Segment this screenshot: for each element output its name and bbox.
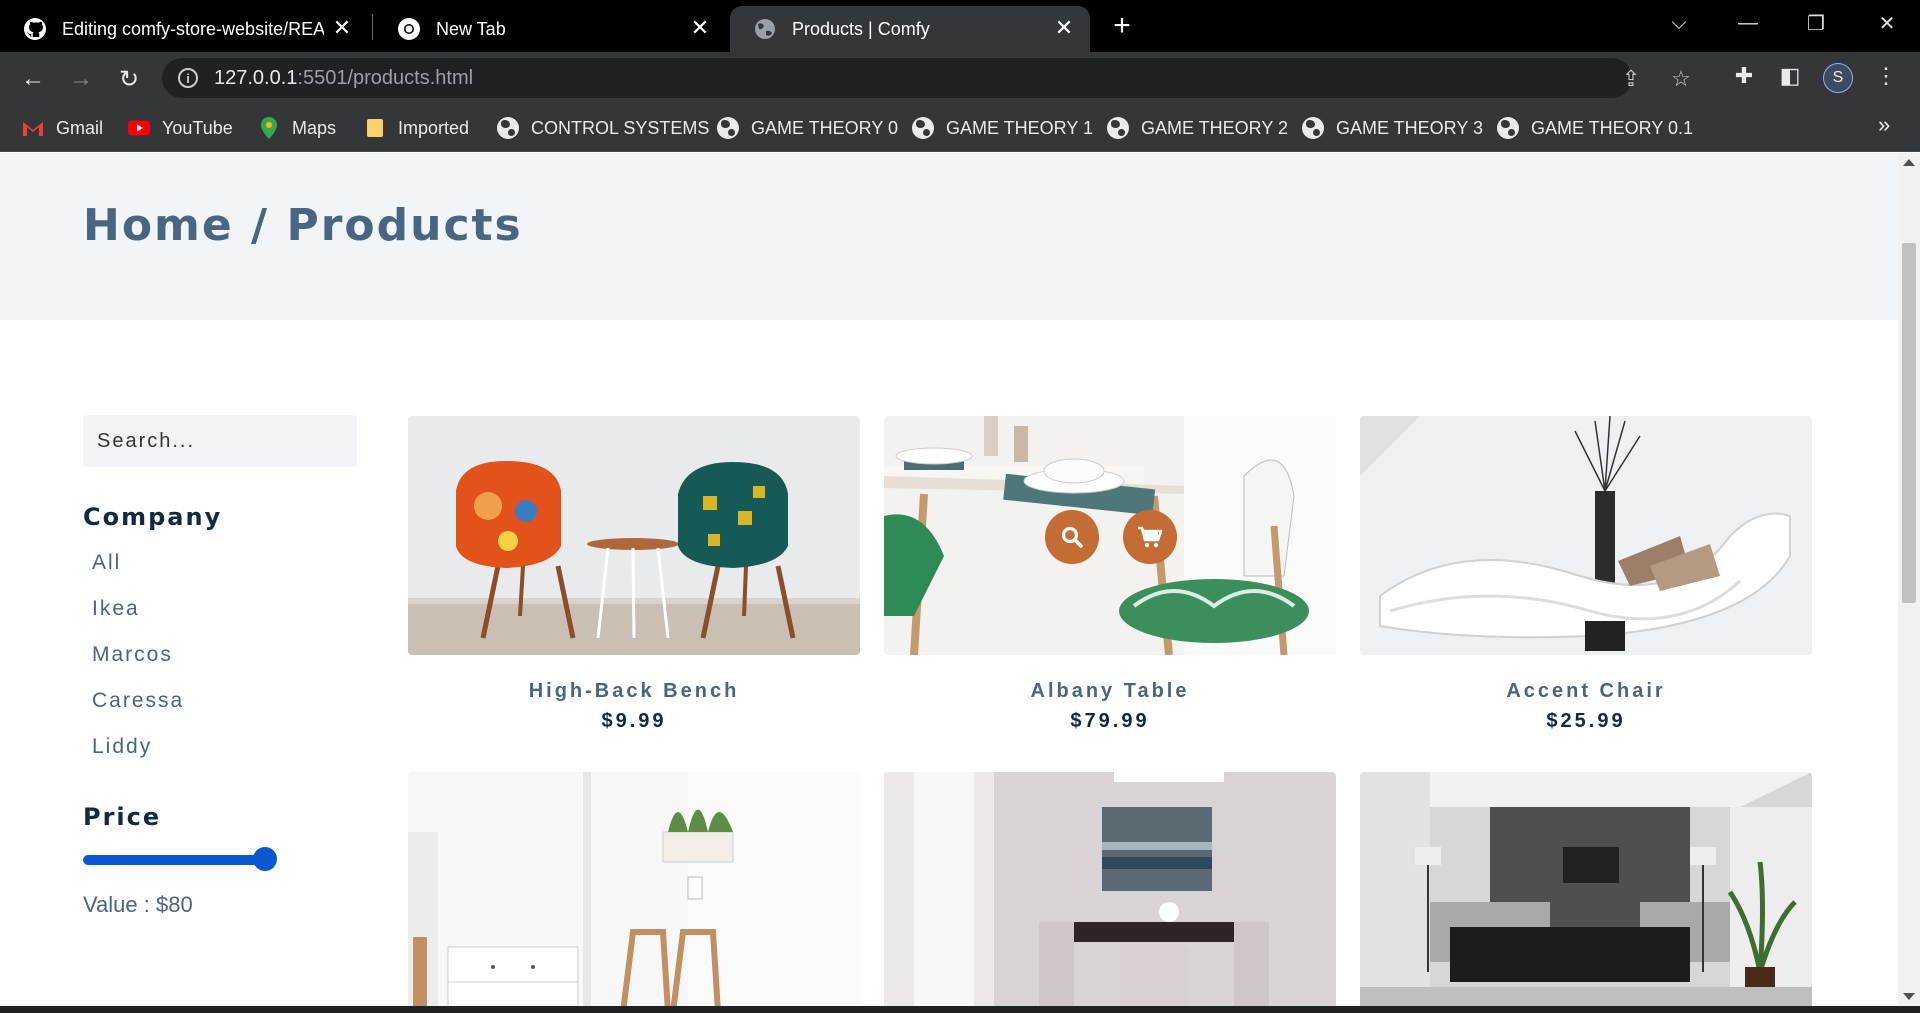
- globe-icon: [497, 117, 519, 139]
- tab-title: Editing comfy-store-website/REA: [62, 18, 324, 39]
- price-value: Value : $80: [83, 892, 193, 917]
- tab-search-chevron-icon[interactable]: ⌵: [1664, 8, 1694, 38]
- bookmarks-overflow-chevron-icon[interactable]: »: [1878, 112, 1890, 138]
- search-input[interactable]: [83, 415, 357, 467]
- cart-icon[interactable]: [1123, 510, 1177, 564]
- tab-title: Products | Comfy: [792, 18, 930, 39]
- restore-button[interactable]: ❐: [1801, 8, 1831, 38]
- company-filter-list: All Ikea Marcos Caressa Liddy: [92, 551, 184, 781]
- page-hero: Home / Products: [0, 153, 1898, 320]
- bookmark-label: Imported: [398, 117, 470, 138]
- bookmark-game-theory-3[interactable]: GAME THEORY 3: [1302, 114, 1483, 142]
- company-filter-liddy[interactable]: Liddy: [92, 735, 184, 781]
- gmail-icon: [22, 117, 44, 139]
- company-filter-marcos[interactable]: Marcos: [92, 643, 184, 689]
- github-icon: [22, 16, 48, 42]
- tab-products-comfy[interactable]: Products | Comfy ✕: [730, 6, 1090, 52]
- page-title: Home / Products: [83, 200, 523, 251]
- product-name: Albany Table: [1030, 680, 1190, 702]
- youtube-icon: [128, 117, 150, 139]
- bookmark-label: YouTube: [162, 117, 233, 138]
- product-image-bright-room[interactable]: [408, 772, 860, 1006]
- maps-icon: [258, 117, 280, 139]
- extensions-puzzle-icon[interactable]: ✚: [1730, 62, 1758, 90]
- close-window-button[interactable]: ✕: [1872, 8, 1902, 38]
- price-heading: Price: [83, 803, 162, 831]
- chrome-icon: [396, 16, 422, 42]
- bookmark-maps[interactable]: Maps: [258, 114, 336, 142]
- browser-toolbar: ← → ↻ i 127.0.0.1:5501/products.html ⇪ ☆: [0, 52, 1920, 104]
- globe-icon: [1107, 117, 1129, 139]
- scroll-down-arrow-icon[interactable]: [1903, 993, 1915, 1000]
- globe-icon: [752, 16, 778, 42]
- bookmark-label: GAME THEORY 0.1: [1531, 117, 1694, 138]
- search-magnifier-icon[interactable]: [1045, 510, 1099, 564]
- product-price: $79.99: [1070, 710, 1150, 732]
- product-image-dining-room[interactable]: [884, 772, 1336, 1006]
- menu-kebab-icon[interactable]: ⋮: [1872, 62, 1900, 90]
- bookmark-star-icon[interactable]: ☆: [1668, 66, 1694, 92]
- price-slider-track[interactable]: [83, 855, 275, 865]
- new-tab-button[interactable]: +: [1106, 9, 1138, 42]
- globe-icon: [912, 117, 934, 139]
- tab-github[interactable]: Editing comfy-store-website/REA ✕: [0, 6, 368, 52]
- side-panel-icon[interactable]: ◧: [1776, 62, 1804, 90]
- browser-tab-bar: Editing comfy-store-website/REA ✕ New Ta…: [0, 0, 1920, 52]
- tab-separator: [372, 14, 373, 40]
- bookmark-label: CONTROL SYSTEMS: [531, 117, 710, 138]
- page-scrollbar[interactable]: [1898, 153, 1920, 1006]
- bookmark-game-theory-0[interactable]: GAME THEORY 0: [717, 114, 898, 142]
- tab-title: New Tab: [436, 18, 506, 39]
- product-name: High-Back Bench: [528, 680, 740, 702]
- product-image-accent-chair[interactable]: [1360, 416, 1812, 655]
- bookmark-label: GAME THEORY 2: [1141, 117, 1289, 138]
- product-image-albany-table[interactable]: [884, 416, 1336, 655]
- page-viewport: Home / Products Company All Ikea Marcos …: [0, 153, 1898, 1006]
- bookmark-label: GAME THEORY 0: [751, 117, 899, 138]
- bookmark-label: GAME THEORY 3: [1336, 117, 1484, 138]
- scrollbar-thumb[interactable]: [1902, 243, 1916, 603]
- price-slider-thumb[interactable]: [253, 847, 277, 871]
- scroll-up-arrow-icon[interactable]: [1903, 159, 1915, 166]
- address-bar[interactable]: i 127.0.0.1:5501/products.html ⇪ ☆: [162, 58, 1691, 98]
- tab-new-tab[interactable]: New Tab ✕: [374, 6, 726, 52]
- product-name: Accent Chair: [1506, 680, 1666, 702]
- globe-icon: [717, 117, 739, 139]
- product-price: $9.99: [601, 710, 667, 732]
- bookmarks-bar: Gmail YouTube Maps Imported CONTROL SYST…: [0, 104, 1920, 152]
- bookmark-label: Maps: [292, 117, 337, 138]
- bookmark-game-theory-2[interactable]: GAME THEORY 2: [1107, 114, 1288, 142]
- product-price: $25.99: [1546, 710, 1626, 732]
- forward-arrow-icon[interactable]: →: [66, 64, 96, 94]
- filters-sidebar: Company All Ikea Marcos Caressa Liddy Pr…: [83, 415, 357, 917]
- minimize-button[interactable]: —: [1733, 8, 1763, 38]
- company-filter-all[interactable]: All: [92, 551, 184, 597]
- globe-icon: [1497, 117, 1519, 139]
- close-tab-icon[interactable]: ✕: [688, 15, 712, 40]
- company-filter-caressa[interactable]: Caressa: [92, 689, 184, 735]
- url-text: 127.0.0.1:5501/products.html: [214, 67, 474, 89]
- site-info-icon[interactable]: i: [178, 68, 198, 88]
- share-icon[interactable]: ⇪: [1618, 66, 1644, 92]
- bookmark-imported[interactable]: Imported: [364, 114, 469, 142]
- bookmark-label: Gmail: [56, 117, 104, 138]
- company-filter-ikea[interactable]: Ikea: [92, 597, 184, 643]
- product-image-living-room[interactable]: [1360, 772, 1812, 1006]
- profile-avatar[interactable]: S: [1823, 63, 1853, 93]
- product-image-high-back-bench[interactable]: [408, 416, 860, 655]
- window-bottom-edge: [0, 1006, 1920, 1013]
- bookmark-game-theory-1[interactable]: GAME THEORY 1: [912, 114, 1093, 142]
- company-heading: Company: [83, 503, 223, 531]
- back-arrow-icon[interactable]: ←: [18, 64, 48, 94]
- globe-icon: [1302, 117, 1324, 139]
- close-tab-icon[interactable]: ✕: [330, 15, 354, 40]
- reload-icon[interactable]: ↻: [114, 64, 144, 94]
- bookmark-label: GAME THEORY 1: [946, 117, 1094, 138]
- close-tab-icon[interactable]: ✕: [1052, 15, 1076, 40]
- bookmark-youtube[interactable]: YouTube: [128, 114, 233, 142]
- bookmark-gmail[interactable]: Gmail: [22, 114, 103, 142]
- bookmark-control-systems[interactable]: CONTROL SYSTEMS: [497, 114, 709, 142]
- bookmark-game-theory-0-1[interactable]: GAME THEORY 0.1: [1497, 114, 1693, 142]
- folder-icon: [364, 117, 386, 139]
